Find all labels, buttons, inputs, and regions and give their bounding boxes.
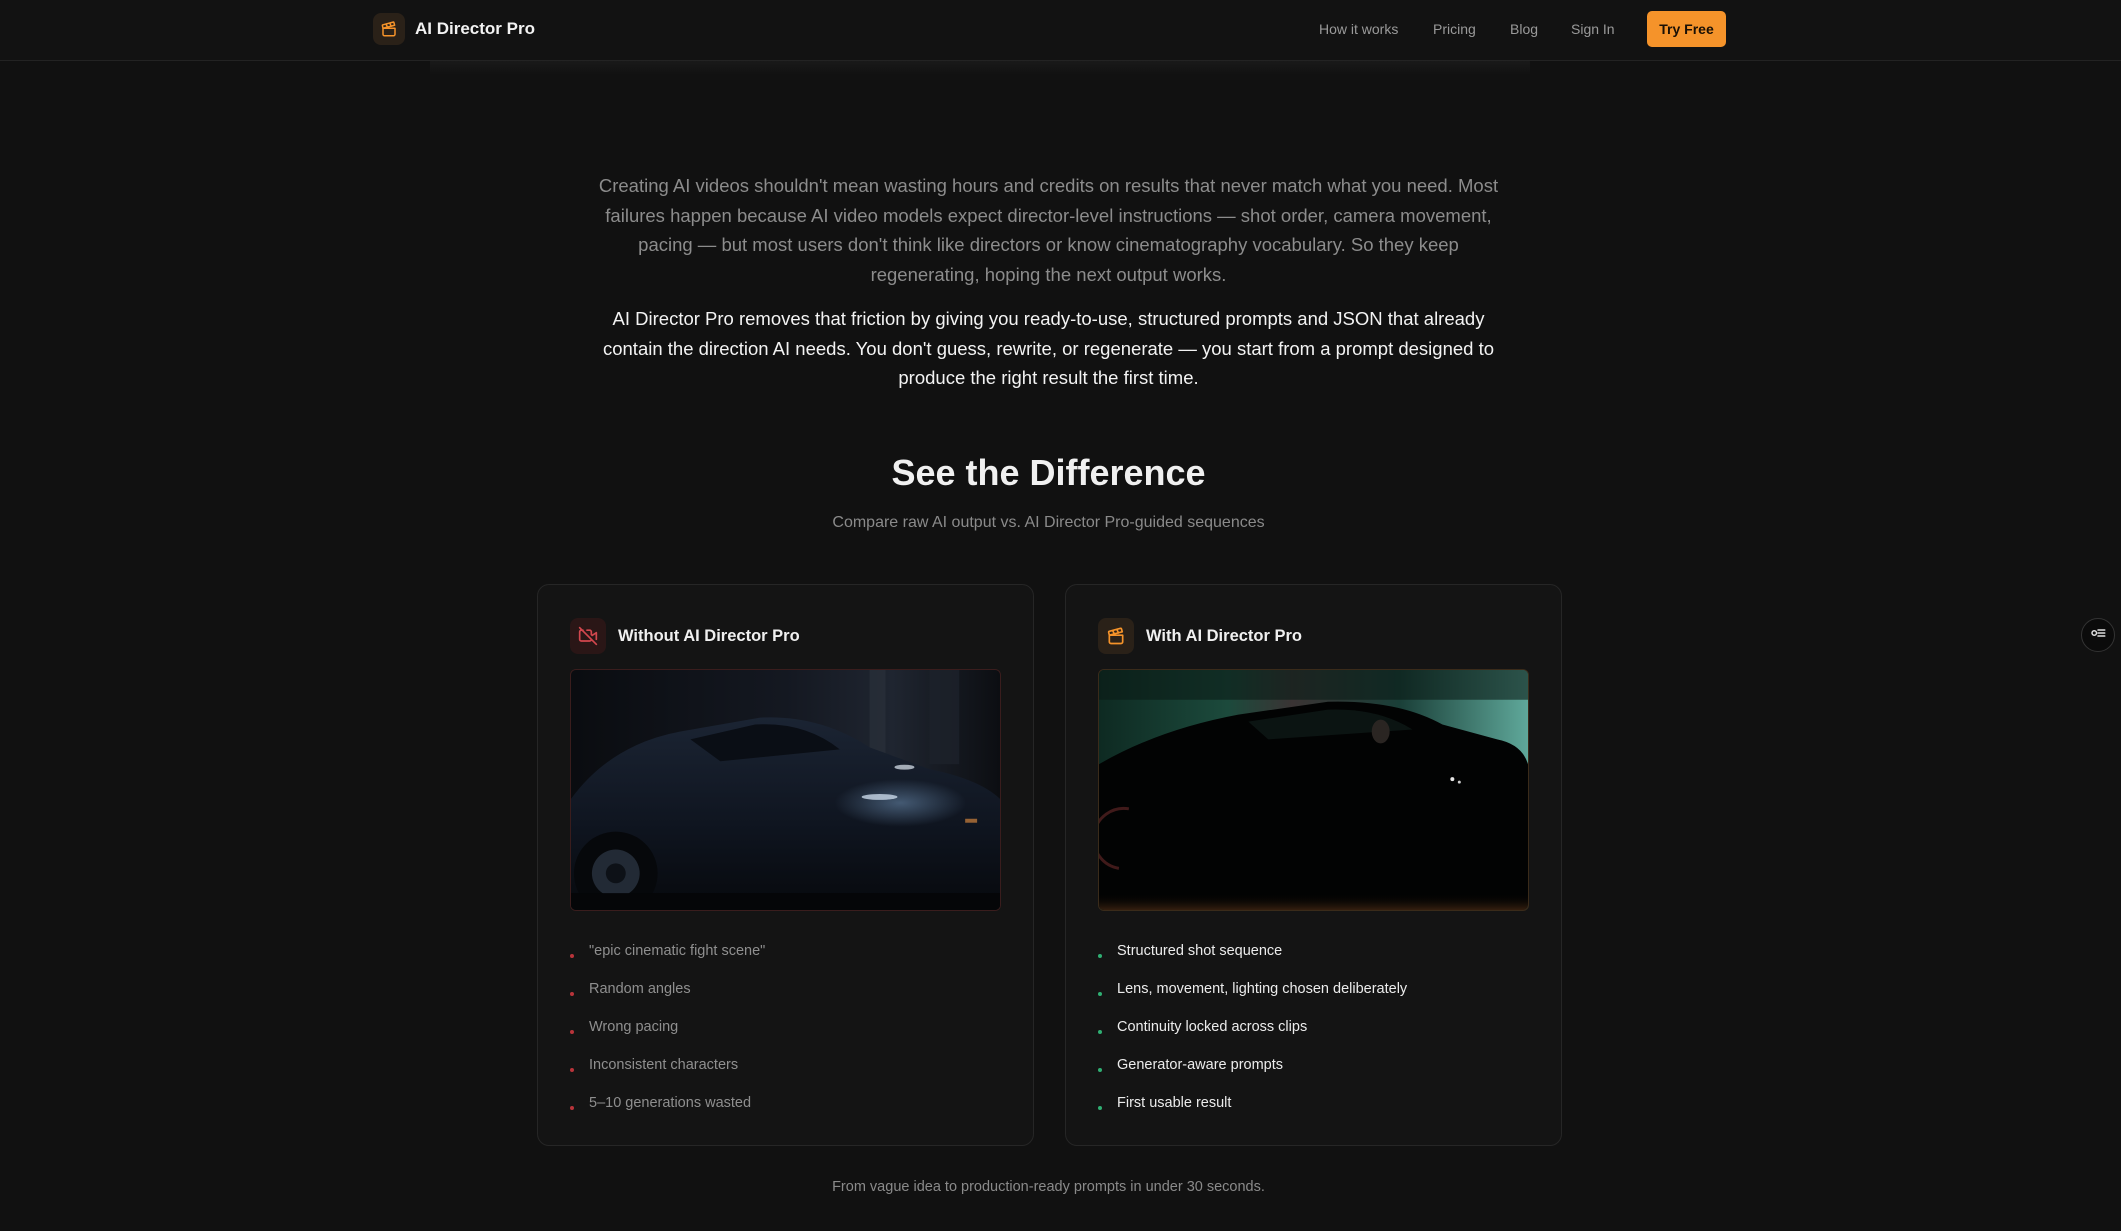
with-card-title: With AI Director Pro	[1146, 626, 1303, 645]
top-navbar: AI Director Pro How it works Pricing Blo…	[0, 0, 2121, 61]
clapperboard-icon	[1098, 618, 1134, 654]
bullet	[570, 954, 574, 958]
section-subtitle: Compare raw AI output vs. AI Director Pr…	[832, 514, 1265, 531]
bullet	[570, 992, 574, 996]
footnote: From vague idea to production-ready prom…	[832, 1179, 1265, 1195]
with-preview-image[interactable]	[1098, 669, 1529, 911]
nav-sign-in[interactable]: Sign In	[1571, 21, 1615, 37]
nav-how-it-works[interactable]: How it works	[1319, 21, 1398, 37]
list-item: "epic cinematic fight scene"	[570, 932, 765, 970]
bullet	[1098, 1068, 1102, 1072]
with-card-header: With AI Director Pro	[1098, 618, 1302, 654]
list-item: Generator-aware prompts	[1098, 1046, 1407, 1084]
without-card-header: Without AI Director Pro	[570, 618, 800, 654]
without-card: Without AI Director Pro "epic cinematic …	[537, 584, 1034, 1146]
bullet	[1098, 1106, 1102, 1110]
nav-pricing[interactable]: Pricing	[1433, 21, 1476, 37]
intro-highlight: AI Director Pro removes that friction by…	[602, 308, 1495, 388]
header-glow	[430, 61, 1530, 75]
without-list: "epic cinematic fight scene" Random angl…	[570, 932, 765, 1122]
bullet	[1098, 954, 1102, 958]
nav-blog[interactable]: Blog	[1510, 21, 1538, 37]
intro-paragraph: Creating AI videos shouldn't mean wastin…	[598, 175, 1499, 285]
list-item: 5–10 generations wasted	[570, 1084, 765, 1122]
try-free-button[interactable]: Try Free	[1647, 11, 1726, 47]
settings-sliders-icon	[2089, 624, 2107, 647]
without-card-title: Without AI Director Pro	[618, 626, 800, 645]
list-item: Inconsistent characters	[570, 1046, 765, 1084]
bullet	[570, 1106, 574, 1110]
clapperboard-icon	[373, 13, 405, 45]
list-item: Structured shot sequence	[1098, 932, 1407, 970]
list-item: Random angles	[570, 970, 765, 1008]
brand-link[interactable]: AI Director Pro	[373, 13, 535, 45]
brand-name: AI Director Pro	[415, 19, 535, 38]
bullet	[1098, 992, 1102, 996]
bullet	[570, 1068, 574, 1072]
video-off-icon	[570, 618, 606, 654]
list-item: First usable result	[1098, 1084, 1407, 1122]
accessibility-widget-button[interactable]	[2081, 618, 2115, 652]
list-item: Continuity locked across clips	[1098, 1008, 1407, 1046]
with-list: Structured shot sequence Lens, movement,…	[1098, 932, 1407, 1122]
without-preview-image[interactable]	[570, 669, 1001, 911]
bullet	[1098, 1030, 1102, 1034]
bullet	[570, 1030, 574, 1034]
list-item: Lens, movement, lighting chosen delibera…	[1098, 970, 1407, 1008]
list-item: Wrong pacing	[570, 1008, 765, 1046]
with-card: With AI Director Pro Structured shot seq…	[1065, 584, 1562, 1146]
section-title: See the Difference	[891, 452, 1206, 493]
